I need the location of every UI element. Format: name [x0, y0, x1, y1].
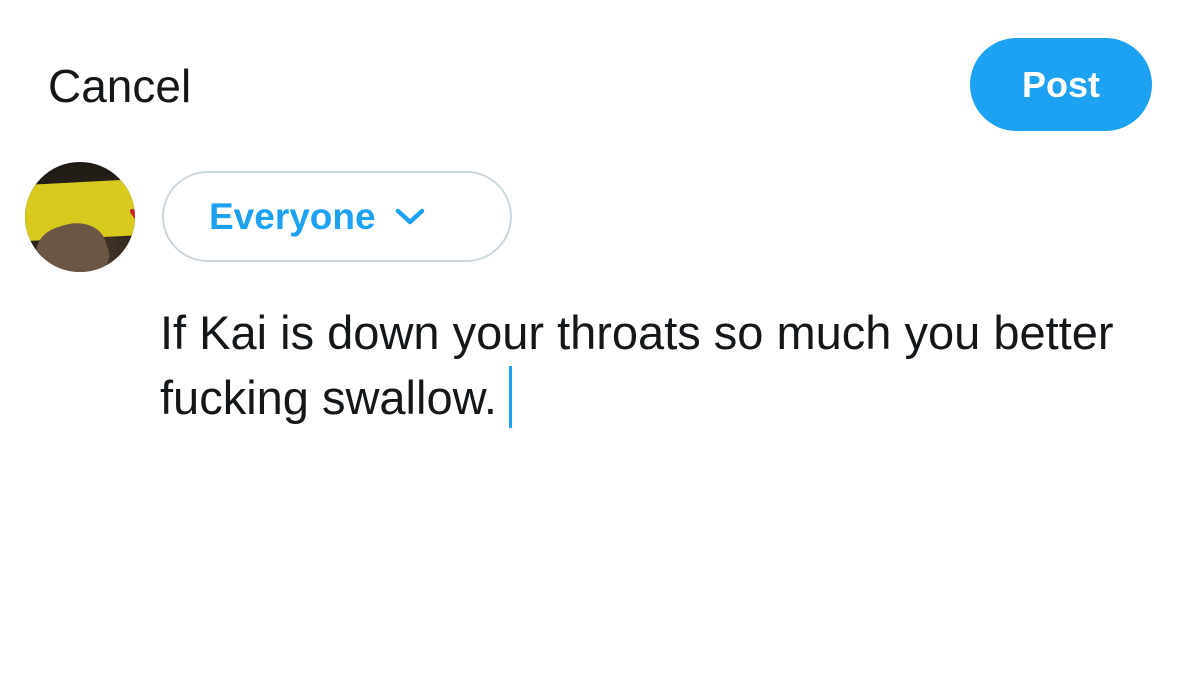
compose-textarea[interactable]: If Kai is down your throats so much you …	[160, 300, 1170, 430]
chevron-down-icon	[394, 207, 426, 227]
audience-label: Everyone	[209, 195, 376, 237]
audience-selector[interactable]: Everyone	[162, 171, 512, 262]
text-caret	[509, 366, 512, 428]
heart-icon: ♥	[129, 203, 135, 225]
post-button[interactable]: Post	[970, 38, 1152, 131]
cancel-button[interactable]: Cancel	[48, 58, 191, 114]
avatar[interactable]: ♥	[25, 162, 135, 272]
compose-text: If Kai is down your throats so much you …	[160, 306, 1127, 424]
